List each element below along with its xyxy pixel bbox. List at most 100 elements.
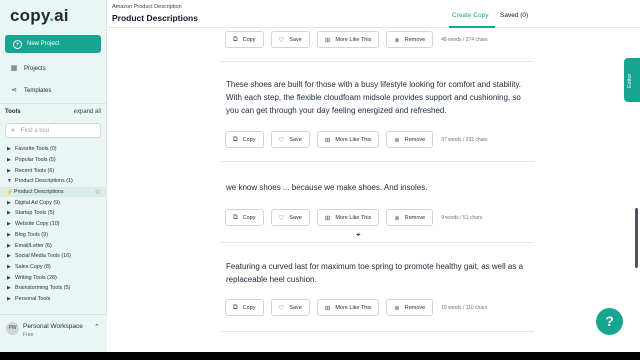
remove-button[interactable]: ⊗ Remove xyxy=(386,209,434,226)
caret-right-icon: ▶ xyxy=(7,263,11,270)
x-circle-icon: ⊗ xyxy=(394,136,400,144)
more-like-this-button[interactable]: ⊞ More Like This xyxy=(316,299,380,316)
tab-create-copy[interactable]: Create Copy xyxy=(452,12,489,19)
save-button[interactable]: ♡ Save xyxy=(270,31,310,48)
find-tool-input[interactable]: ⌕ Find a tool xyxy=(5,123,101,138)
tool-category-label: Email/Letter (6) xyxy=(15,242,52,249)
more-like-this-button[interactable]: ⊞ More Like This xyxy=(316,131,380,148)
heart-icon: ♡ xyxy=(278,304,285,312)
save-label: Save xyxy=(289,304,302,311)
more-label: More Like This xyxy=(335,304,372,311)
copy-button[interactable]: ⧉ Copy xyxy=(225,299,264,316)
tool-category-writing[interactable]: ▶ Writing Tools (28) xyxy=(0,272,107,283)
grid-icon: ▦ xyxy=(10,65,18,72)
tool-category-social[interactable]: ▶ Social Media Tools (16) xyxy=(0,251,107,262)
tool-category-brainstorming[interactable]: ▶ Brainstorming Tools (5) xyxy=(0,283,107,294)
editor-tab[interactable]: Editor xyxy=(624,58,640,102)
save-button[interactable]: ♡ Save xyxy=(270,299,310,316)
expand-all-link[interactable]: expand all xyxy=(74,109,101,115)
nav-projects[interactable]: ▦ Projects xyxy=(10,65,46,73)
copy-button[interactable]: ⧉ Copy xyxy=(225,131,264,148)
caret-right-icon: ▶ xyxy=(7,253,11,260)
top-header: Amazon Product Description Product Descr… xyxy=(107,0,640,28)
copy-button[interactable]: ⧉ Copy xyxy=(225,31,264,48)
tab-saved[interactable]: Saved (0) xyxy=(500,12,528,19)
heart-icon: ♡ xyxy=(278,136,285,144)
tools-title: Tools xyxy=(5,109,21,115)
heart-icon: ♡ xyxy=(278,214,285,222)
tool-category-label: Favorite Tools (0) xyxy=(15,146,57,153)
tool-category-email[interactable]: ▶ Email/Letter (6) xyxy=(0,240,107,251)
more-like-this-button[interactable]: ⊞ More Like This xyxy=(316,31,380,48)
help-button[interactable]: ? xyxy=(596,308,623,335)
more-label: More Like This xyxy=(335,136,372,143)
share-icon: ⋖ xyxy=(11,87,17,94)
new-project-button[interactable]: + New Project xyxy=(5,35,101,53)
logo-text-tail: ai xyxy=(54,6,69,25)
result-actions: ⧉ Copy ♡ Save ⊞ More Like This ⊗ Remove 37 w… xyxy=(225,131,488,148)
remove-button[interactable]: ⊗ Remove xyxy=(386,299,434,316)
tool-category-blog[interactable]: ▶ Blog Tools (9) xyxy=(0,230,107,241)
tool-category-personal[interactable]: ▶ Personal Tools xyxy=(0,294,107,305)
copy-label: Copy xyxy=(242,304,256,311)
scrollbar-thumb[interactable] xyxy=(635,208,638,268)
x-circle-icon: ⊗ xyxy=(394,214,400,222)
copy-icon: ⧉ xyxy=(233,213,238,221)
star-icon[interactable]: ☆ xyxy=(95,188,101,196)
tool-category-recent[interactable]: ▶ Recent Tools (6) xyxy=(0,165,107,176)
remove-button[interactable]: ⊗ Remove xyxy=(386,31,434,48)
result-text: These shoes are built for those with a b… xyxy=(226,80,522,115)
result-divider xyxy=(219,331,534,332)
caret-right-icon: ▶ xyxy=(7,167,11,174)
tool-category-startup[interactable]: ▶ Startup Tools (5) xyxy=(0,208,107,219)
copy-icon: ⧉ xyxy=(233,135,238,143)
copy-label: Copy xyxy=(242,36,256,43)
tool-category-label: Website Copy (10) xyxy=(15,221,60,228)
remove-label: Remove xyxy=(404,304,426,311)
results-panel: ⧉ Copy ♡ Save ⊞ More Like This ⊗ Remove 48 w… xyxy=(107,28,640,352)
save-label: Save xyxy=(289,136,302,143)
nav-projects-label: Projects xyxy=(24,66,46,72)
more-like-this-button[interactable]: ⊞ More Like This xyxy=(316,209,380,226)
result-divider xyxy=(219,61,534,62)
tool-category-label: Writing Tools (28) xyxy=(15,274,57,281)
plus-icon: + xyxy=(13,39,22,49)
breadcrumb[interactable]: Amazon Product Description xyxy=(112,4,182,10)
word-count: 48 words / 274 chars xyxy=(441,36,488,43)
word-count: 37 words / 232 chars xyxy=(441,136,488,143)
copy-button[interactable]: ⧉ Copy xyxy=(225,209,264,226)
tool-category-digital-ad[interactable]: ▶ Digital Ad Copy (9) xyxy=(0,197,107,208)
mouse-cursor-icon: ⌖ xyxy=(356,230,361,239)
page-title: Product Descriptions xyxy=(112,13,198,23)
more-label: More Like This xyxy=(335,36,372,43)
new-project-label: New Project xyxy=(27,41,60,47)
save-button[interactable]: ♡ Save xyxy=(270,209,310,226)
find-tool-placeholder: Find a tool xyxy=(20,127,49,134)
plus-square-icon: ⊞ xyxy=(324,36,331,44)
tool-category-label: Startup Tools (5) xyxy=(15,210,55,217)
tool-category-popular[interactable]: ▶ Popular Tools (5) xyxy=(0,155,107,166)
tool-category-website[interactable]: ▶ Website Copy (10) xyxy=(0,219,107,230)
remove-label: Remove xyxy=(404,36,426,43)
tool-category-favorite[interactable]: ▶ Favorite Tools (0) xyxy=(0,144,107,155)
tool-category-sales[interactable]: ▶ Sales Copy (8) xyxy=(0,262,107,273)
logo[interactable]: copy.ai xyxy=(10,6,69,26)
workspace-name: Personal Workspace xyxy=(23,323,83,330)
x-circle-icon: ⊗ xyxy=(394,304,400,312)
tool-category-product-descriptions[interactable]: ▼ Product Descriptions (1) xyxy=(0,176,107,187)
tool-category-label: Popular Tools (5) xyxy=(15,157,56,164)
workspace-switcher[interactable]: PW Personal Workspace Free ⌃ xyxy=(0,314,107,352)
editor-tab-label: Editor xyxy=(627,73,633,88)
tool-category-label: Blog Tools (9) xyxy=(15,231,48,238)
remove-button[interactable]: ⊗ Remove xyxy=(386,131,434,148)
tools-header: Tools expand all xyxy=(5,109,101,115)
bolt-icon: ⚡ xyxy=(6,189,14,196)
tool-item-product-descriptions[interactable]: ⚡ Product Descriptions ☆ xyxy=(0,186,107,198)
plus-square-icon: ⊞ xyxy=(324,304,331,312)
tool-category-label: Brainstorming Tools (5) xyxy=(15,285,71,292)
search-icon: ⌕ xyxy=(11,126,15,134)
nav-templates[interactable]: ⋖ Templates xyxy=(10,87,51,95)
sidebar: copy.ai + New Project ▦ Projects ⋖ Templ… xyxy=(0,0,107,352)
save-button[interactable]: ♡ Save xyxy=(270,131,310,148)
result-divider xyxy=(219,161,534,162)
